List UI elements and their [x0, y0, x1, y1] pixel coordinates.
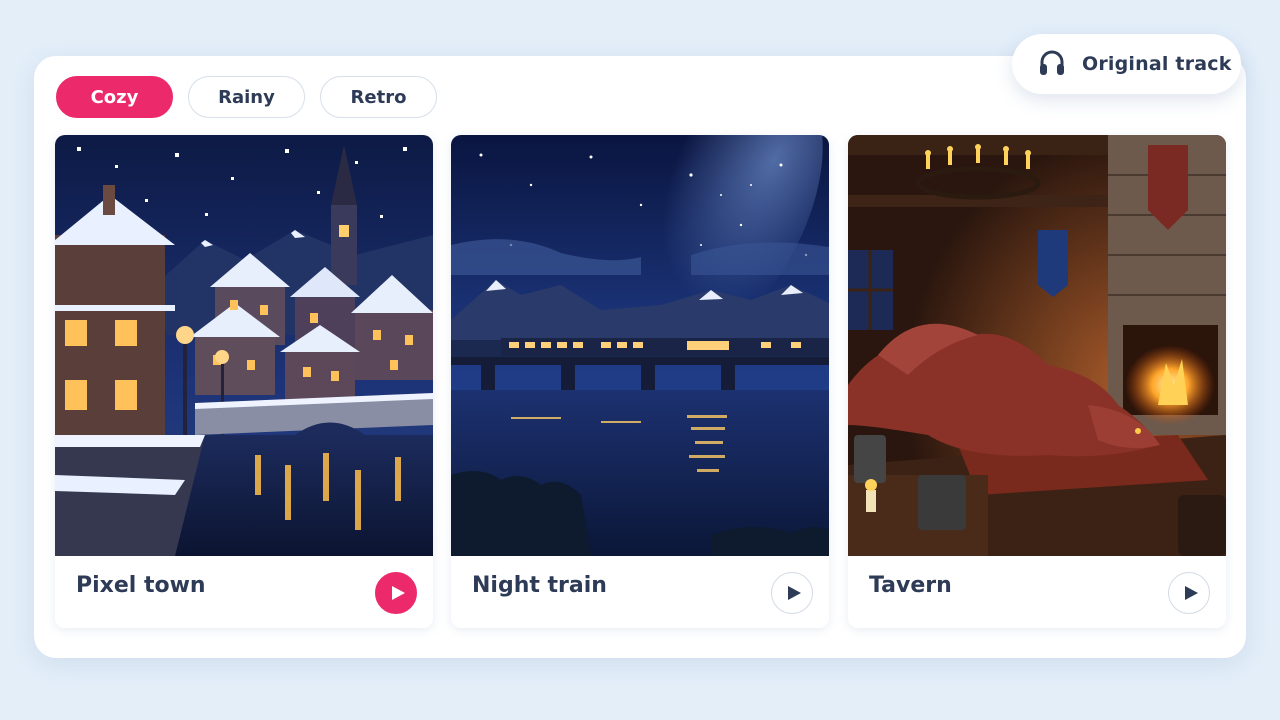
tavern-artwork — [848, 135, 1226, 556]
card-night-train[interactable]: Night train — [451, 135, 829, 628]
original-track-button[interactable]: Original track — [1012, 34, 1241, 94]
mood-filter-chips: Cozy Rainy Retro — [56, 76, 437, 118]
chip-rainy[interactable]: Rainy — [188, 76, 305, 118]
card-title: Night train — [472, 573, 607, 598]
chip-retro[interactable]: Retro — [320, 76, 437, 118]
night-train-artwork — [451, 135, 829, 556]
play-icon — [787, 586, 801, 600]
card-pixel-town[interactable]: Pixel town — [55, 135, 433, 628]
headphones-icon — [1036, 46, 1068, 82]
play-button[interactable] — [375, 572, 417, 614]
chip-cozy[interactable]: Cozy — [56, 76, 173, 118]
play-button[interactable] — [771, 572, 813, 614]
play-button[interactable] — [1168, 572, 1210, 614]
card-title: Tavern — [869, 573, 952, 598]
original-track-label: Original track — [1082, 53, 1232, 75]
pixel-town-artwork — [55, 135, 433, 556]
card-tavern[interactable]: Tavern — [848, 135, 1226, 628]
play-icon — [1184, 586, 1198, 600]
play-icon — [391, 586, 405, 600]
card-title: Pixel town — [76, 573, 206, 598]
